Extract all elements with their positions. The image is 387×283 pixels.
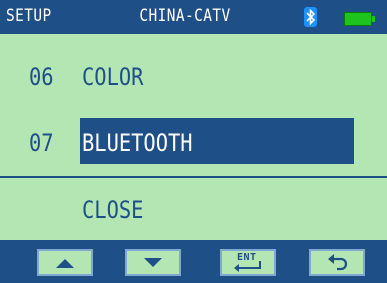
divider (0, 176, 387, 178)
setup-label: SETUP (6, 6, 52, 26)
back-button[interactable] (309, 249, 365, 276)
up-button[interactable] (37, 249, 93, 276)
undo-arrow-icon (328, 254, 348, 271)
down-button[interactable] (125, 249, 181, 276)
button-bar: ENT (0, 240, 387, 283)
bluetooth-icon (304, 7, 317, 27)
header-bar: SETUP CHINA-CATV (0, 0, 387, 34)
device-title: CHINA-CATV (139, 6, 231, 26)
enter-icon (234, 261, 261, 272)
triangle-up-icon (56, 259, 74, 268)
menu-item-number: 07 (29, 129, 54, 157)
close-item[interactable]: CLOSE (0, 185, 387, 233)
enter-button[interactable]: ENT (220, 249, 276, 276)
menu-item-label: BLUETOOTH (82, 129, 193, 157)
menu-item-color[interactable]: 06 COLOR (0, 52, 387, 100)
close-label: CLOSE (82, 196, 144, 224)
menu-item-bluetooth[interactable]: 07 BLUETOOTH (0, 118, 387, 166)
battery-icon (344, 12, 375, 26)
triangle-down-icon (144, 258, 162, 267)
menu-item-label: COLOR (82, 63, 144, 91)
menu-item-number: 06 (29, 63, 54, 91)
